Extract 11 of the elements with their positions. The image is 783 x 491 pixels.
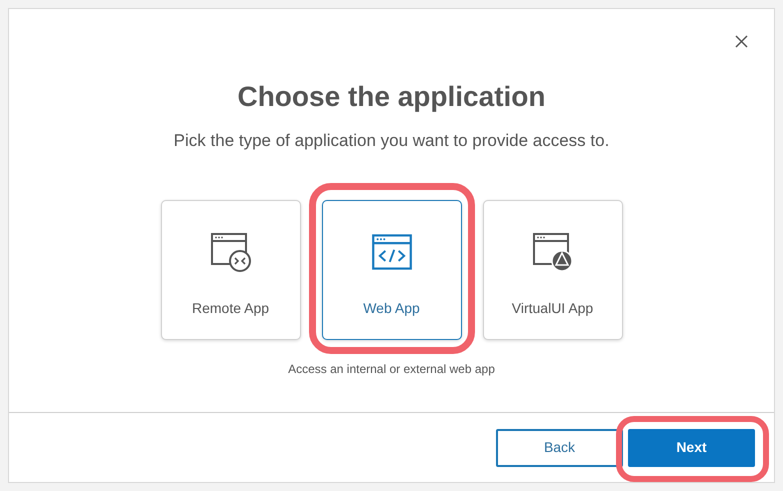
app-type-card[interactable]: Web App [322,200,462,340]
remote-window-icon [210,232,252,272]
app-type-card[interactable]: VirtualUI App [482,200,622,340]
option-hint: Access an internal or external web app [288,360,495,378]
dialog-title: Choose the application [237,80,546,114]
dialog-subtitle: Pick the type of application you want to provide access to. [174,130,610,152]
close-icon[interactable] [735,35,748,48]
code-window-icon [370,232,412,270]
back-button[interactable]: Back [496,428,623,466]
app-type-card[interactable]: Remote App [160,200,300,340]
next-button[interactable]: Next [628,428,755,466]
